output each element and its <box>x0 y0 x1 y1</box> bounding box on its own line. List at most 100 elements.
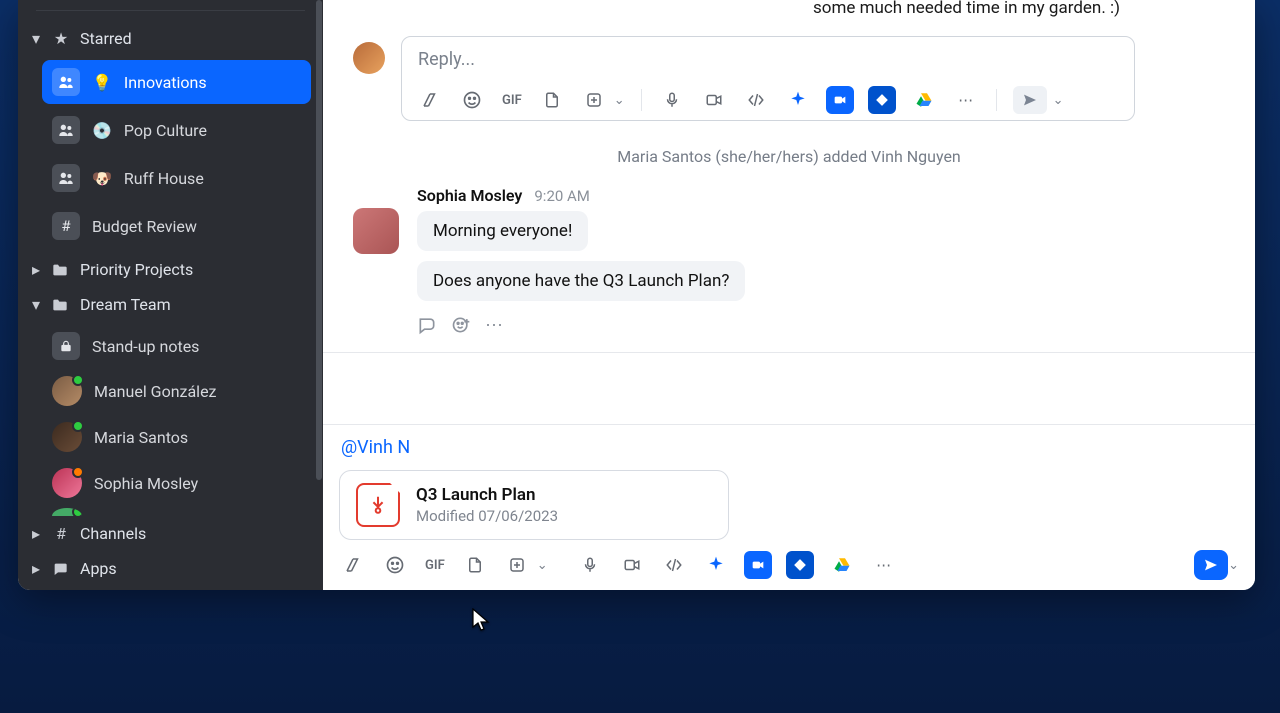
app-window: ▾ ★ Starred 💡 Innovations 💿 Pop Culture <box>18 0 1255 590</box>
section-channels[interactable]: ▸ # Channels <box>18 516 323 551</box>
message-bubble[interactable]: Does anyone have the Q3 Launch Plan? <box>417 261 745 301</box>
section-label: Dream Team <box>80 295 171 314</box>
message-list[interactable]: some much needed time in my garden. :) R… <box>323 0 1255 424</box>
section-apps[interactable]: ▸ Apps <box>18 551 323 586</box>
zoom-icon[interactable] <box>826 86 854 114</box>
chat-icon <box>52 561 70 577</box>
google-drive-icon[interactable] <box>828 551 856 579</box>
people-icon <box>52 68 80 96</box>
section-dream-team[interactable]: ▾ Dream Team <box>18 287 323 322</box>
message-header: Sophia Mosley 9:20 AM <box>417 186 1225 205</box>
sidebar-item-standup-notes[interactable]: Stand-up notes <box>42 326 311 366</box>
attachment-subtitle: Modified 07/06/2023 <box>416 507 558 525</box>
chevron-down-icon: ▾ <box>32 295 42 314</box>
chevron-down-icon[interactable]: ⌄ <box>1228 558 1239 573</box>
presence-indicator <box>72 508 82 516</box>
attachment-card[interactable]: Q3 Launch Plan Modified 07/06/2023 <box>339 470 729 540</box>
separator <box>641 89 642 111</box>
sidebar-item-pop-culture[interactable]: 💿 Pop Culture <box>42 108 311 152</box>
section-label: Channels <box>80 524 146 543</box>
file-icon[interactable] <box>461 551 489 579</box>
video-icon[interactable] <box>618 551 646 579</box>
zoom-icon[interactable] <box>744 551 772 579</box>
format-icon[interactable] <box>339 551 367 579</box>
avatar <box>52 468 82 498</box>
cursor-icon <box>472 608 490 632</box>
channel-label: Ruff House <box>124 169 204 188</box>
folder-icon <box>52 298 70 312</box>
dream-list: Stand-up notes Manuel González Maria San… <box>18 326 323 516</box>
video-icon[interactable] <box>700 86 728 114</box>
starred-list: 💡 Innovations 💿 Pop Culture 🐶 Ruff House… <box>18 60 323 248</box>
presence-indicator <box>72 466 84 478</box>
reply-icon[interactable] <box>417 315 437 336</box>
dm-manuel[interactable]: Manuel González <box>42 370 311 412</box>
main-panel: some much needed time in my garden. :) R… <box>323 0 1255 590</box>
message-text: some much needed time in my garden. :) <box>323 0 1255 18</box>
code-icon[interactable] <box>742 86 770 114</box>
system-event: Maria Santos (she/her/hers) added Vinh N… <box>323 147 1255 166</box>
channel-label: Budget Review <box>92 217 197 236</box>
pdf-icon <box>356 483 400 527</box>
send-button[interactable] <box>1013 86 1047 114</box>
format-icon[interactable] <box>416 86 444 114</box>
presence-indicator <box>72 374 84 386</box>
message-group: Sophia Mosley 9:20 AM Morning everyone! … <box>323 186 1255 344</box>
section-label: Priority Projects <box>80 260 193 279</box>
jira-icon[interactable] <box>868 86 896 114</box>
section-label: Starred <box>80 29 132 48</box>
dm-label: Maria Santos <box>94 428 188 447</box>
more-icon[interactable]: ⋯ <box>952 86 980 114</box>
emoji-icon[interactable] <box>458 86 486 114</box>
chevron-down-icon[interactable]: ⌄ <box>1053 93 1064 108</box>
microphone-icon[interactable] <box>576 551 604 579</box>
lock-icon <box>52 332 80 360</box>
emoji-icon[interactable] <box>381 551 409 579</box>
microphone-icon[interactable] <box>658 86 686 114</box>
channel-emoji: 💡 <box>92 73 112 92</box>
chevron-right-icon: ▸ <box>32 260 42 279</box>
task-icon[interactable] <box>580 86 608 114</box>
sidebar-scrollbar[interactable] <box>315 0 323 590</box>
gif-icon[interactable]: GIF <box>423 551 447 579</box>
jira-icon[interactable] <box>786 551 814 579</box>
sidebar-item-budget-review[interactable]: # Budget Review <box>42 204 311 248</box>
sidebar-item-ruff-house[interactable]: 🐶 Ruff House <box>42 156 311 200</box>
react-icon[interactable] <box>451 315 471 336</box>
google-drive-icon[interactable] <box>910 86 938 114</box>
section-priority[interactable]: ▸ Priority Projects <box>18 252 323 287</box>
dm-label: Manuel González <box>94 382 216 401</box>
mention[interactable]: @Vinh N <box>341 437 410 458</box>
section-starred[interactable]: ▾ ★ Starred <box>18 21 323 56</box>
reply-input[interactable]: Reply... <box>416 47 1120 80</box>
ai-icon[interactable] <box>702 551 730 579</box>
people-icon <box>52 164 80 192</box>
channel-label: Stand-up notes <box>92 337 199 356</box>
reply-block: Reply... GIF ⌄ <box>323 18 1255 137</box>
scrollbar-thumb[interactable] <box>316 0 322 480</box>
avatar[interactable] <box>353 208 399 254</box>
composer: @Vinh N Q3 Launch Plan Modified 07/06/20… <box>323 424 1255 590</box>
dm-partial[interactable] <box>42 508 311 516</box>
message-author[interactable]: Sophia Mosley <box>417 186 522 205</box>
code-icon[interactable] <box>660 551 688 579</box>
sidebar-item-innovations[interactable]: 💡 Innovations <box>42 60 311 104</box>
chevron-down-icon[interactable]: ⌄ <box>537 558 548 573</box>
ai-icon[interactable] <box>784 86 812 114</box>
chevron-down-icon[interactable]: ⌄ <box>614 93 625 108</box>
composer-input[interactable]: @Vinh N <box>339 435 1239 470</box>
gif-icon[interactable]: GIF <box>500 86 524 114</box>
file-icon[interactable] <box>538 86 566 114</box>
dm-maria[interactable]: Maria Santos <box>42 416 311 458</box>
channel-label: Pop Culture <box>124 121 207 140</box>
avatar <box>353 42 385 74</box>
more-icon[interactable]: ⋯ <box>485 315 503 336</box>
reply-composer[interactable]: Reply... GIF ⌄ <box>401 36 1135 121</box>
task-icon[interactable] <box>503 551 531 579</box>
more-icon[interactable]: ⋯ <box>870 551 898 579</box>
people-icon <box>52 116 80 144</box>
send-button[interactable] <box>1194 550 1228 580</box>
attachment-title: Q3 Launch Plan <box>416 485 558 505</box>
dm-sophia[interactable]: Sophia Mosley <box>42 462 311 504</box>
message-bubble[interactable]: Morning everyone! <box>417 211 588 251</box>
